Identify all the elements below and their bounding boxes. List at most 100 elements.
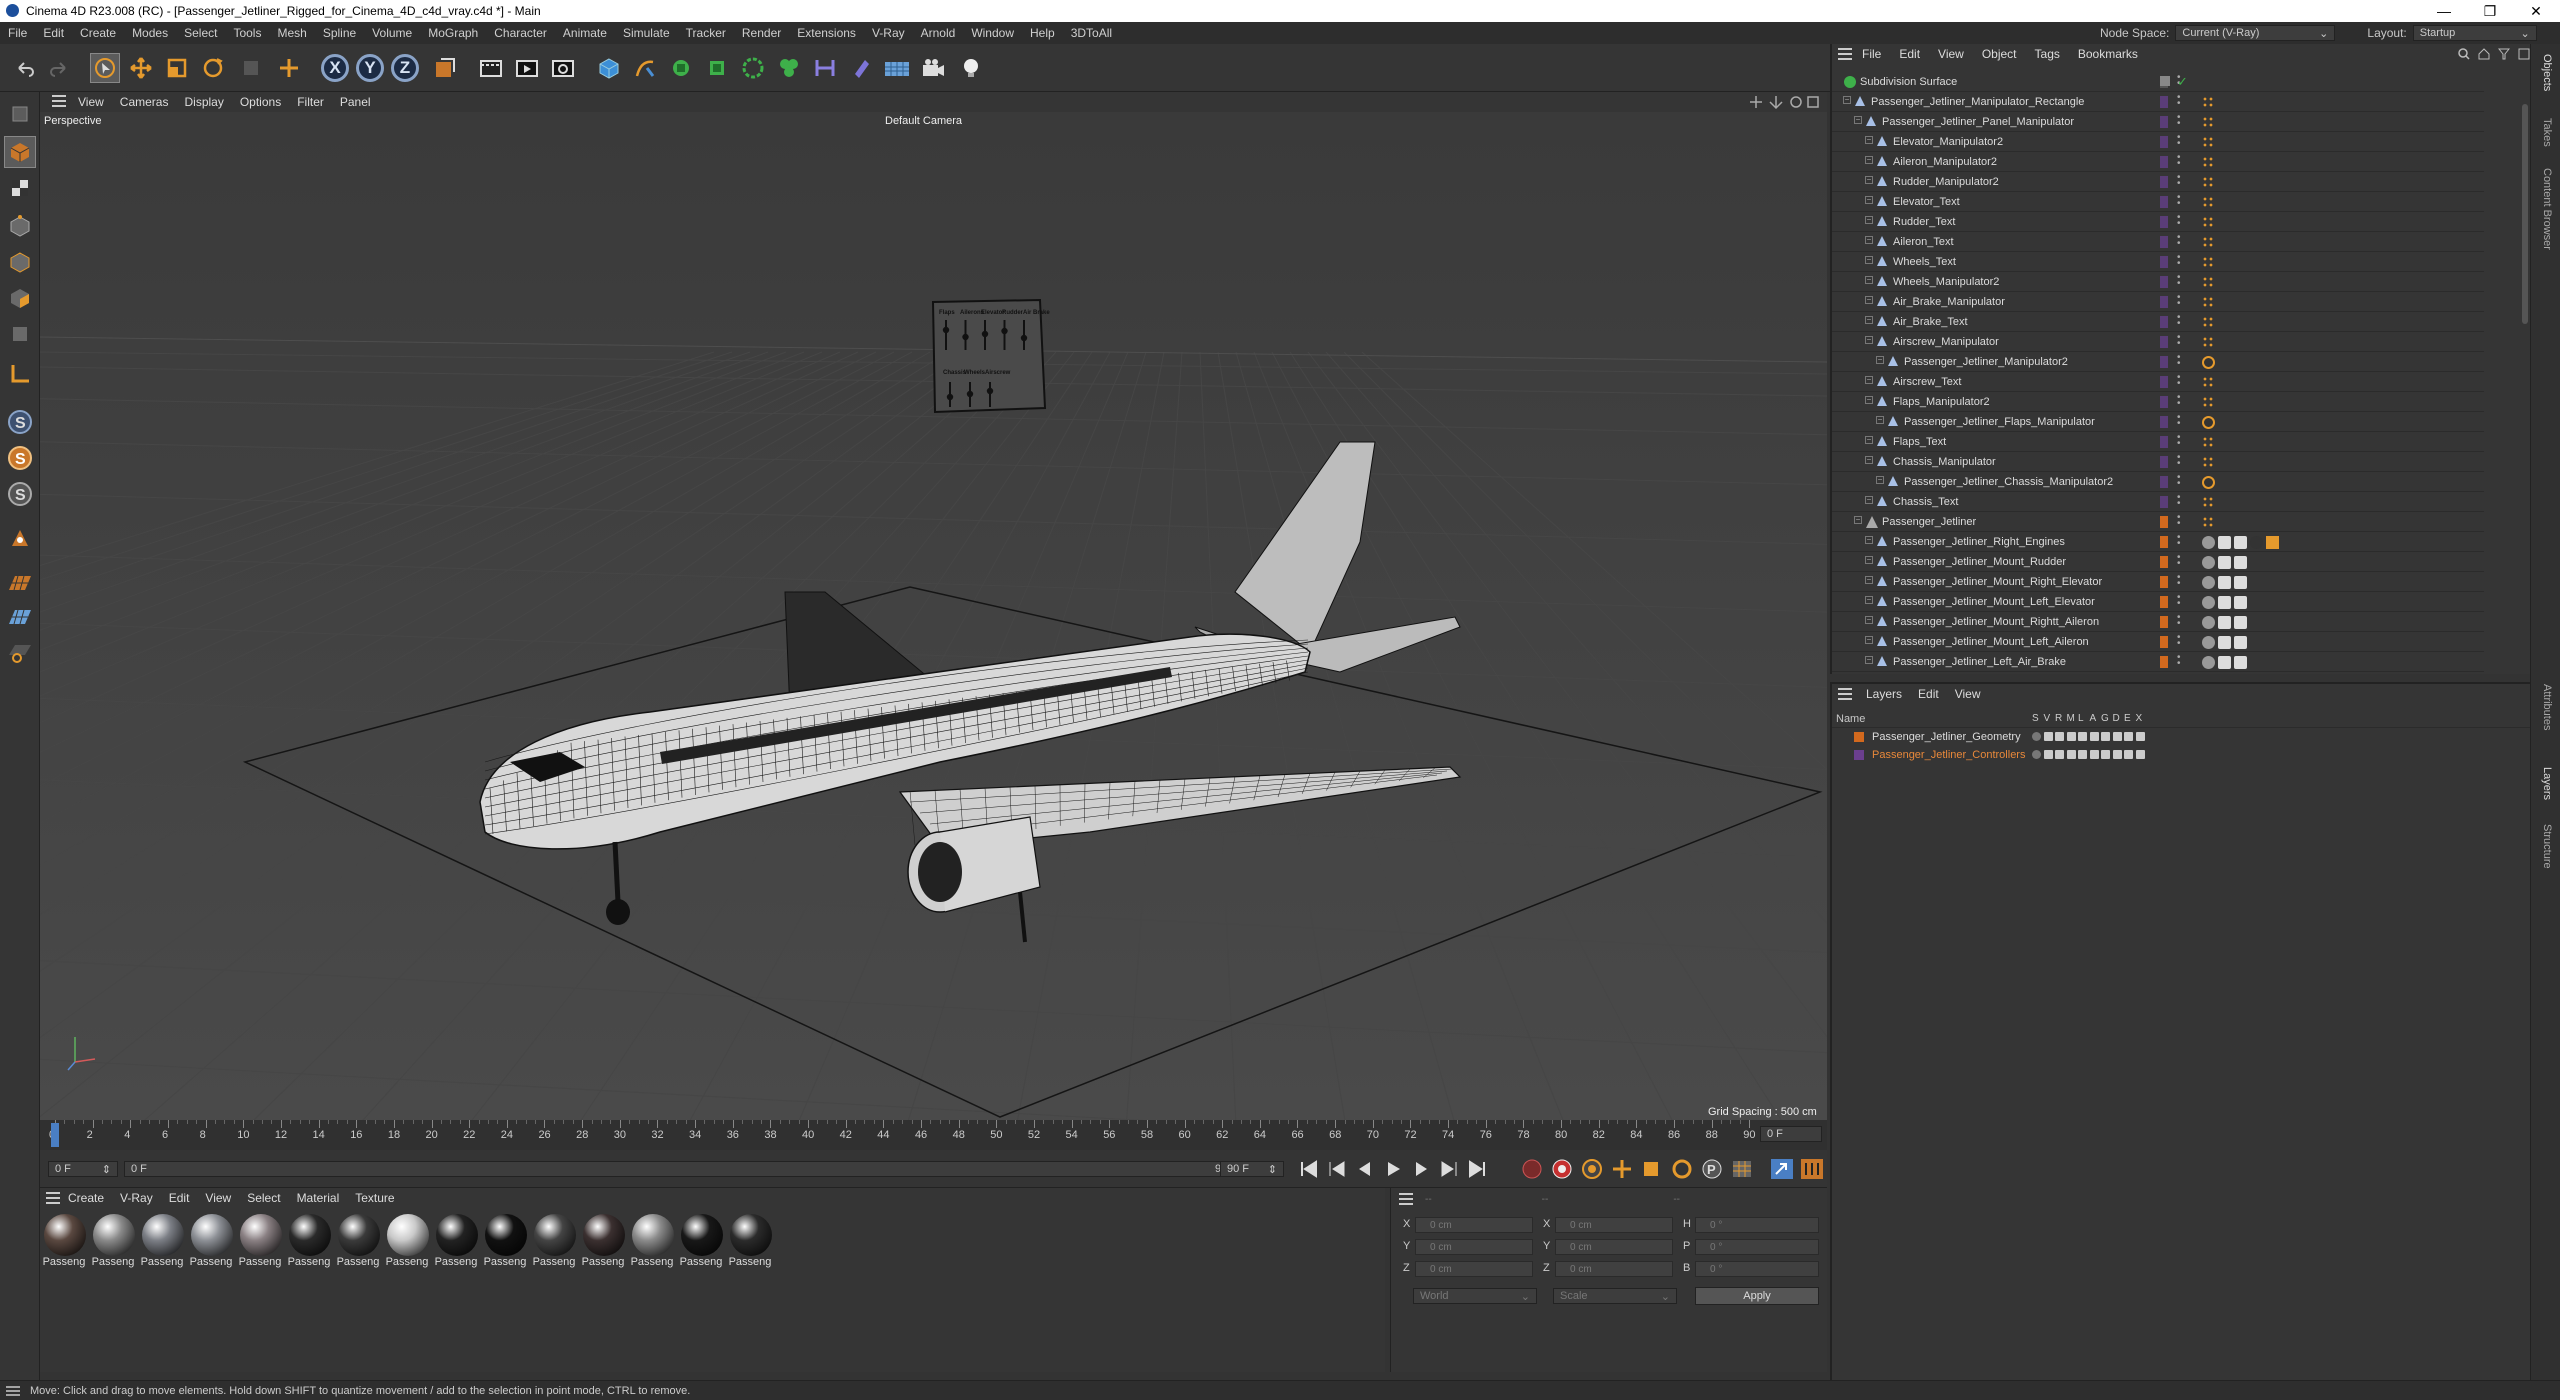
status-hamburger-icon[interactable] [6, 1386, 20, 1399]
render-settings-icon[interactable] [548, 53, 578, 83]
snap-icon[interactable]: S [4, 406, 36, 438]
object-menu-tags[interactable]: Tags [2035, 47, 2060, 61]
menu-mesh[interactable]: Mesh [277, 26, 306, 40]
material-swatch[interactable]: Passeng [336, 1214, 382, 1268]
object-row[interactable]: − Air_Brake_Manipulator • • [1832, 292, 2484, 312]
visibility-dots-icon[interactable]: • • [2177, 113, 2181, 129]
menu-extensions[interactable]: Extensions [797, 26, 856, 40]
expand-toggle-icon[interactable]: − [1865, 376, 1873, 384]
layer-flag-toggle[interactable] [2043, 750, 2053, 759]
camera-icon[interactable] [918, 53, 948, 83]
move-tool-icon[interactable] [126, 53, 156, 83]
constraint-tag-icon[interactable] [2202, 416, 2215, 429]
object-row[interactable]: − Passenger_Jetliner_Manipulator2 • • [1832, 352, 2484, 372]
playhead[interactable] [51, 1123, 59, 1147]
hud-slider-knob[interactable] [986, 387, 994, 395]
texture-tag-icon[interactable] [2234, 596, 2247, 609]
timeline-window-icon[interactable] [1800, 1158, 1824, 1180]
layer-color-icon[interactable] [1854, 750, 1864, 760]
expand-toggle-icon[interactable]: − [1865, 616, 1873, 624]
hud-slider-knob[interactable] [981, 330, 989, 338]
manipulator-tag-icon[interactable] [2202, 496, 2215, 509]
field-icon[interactable] [810, 53, 840, 83]
object-menu-edit[interactable]: Edit [1899, 47, 1920, 61]
texture-tag-icon[interactable] [2234, 616, 2247, 629]
material-swatch[interactable]: Passeng [532, 1214, 578, 1268]
expand-toggle-icon[interactable]: − [1876, 356, 1884, 364]
object-row[interactable]: − Passenger_Jetliner_Mount_Left_Aileron • • [1832, 632, 2484, 652]
material-swatch[interactable]: Passeng [238, 1214, 284, 1268]
visibility-dots-icon[interactable]: • • [2177, 153, 2181, 169]
go-to-start-icon[interactable] [1298, 1159, 1320, 1179]
expand-toggle-icon[interactable]: − [1865, 256, 1873, 264]
expand-toggle-icon[interactable]: − [1865, 276, 1873, 284]
manipulator-tag-icon[interactable] [2202, 396, 2215, 409]
material-swatch[interactable]: Passeng [42, 1214, 88, 1268]
object-row[interactable]: − Chassis_Manipulator • • [1832, 452, 2484, 472]
layer-flag-toggle[interactable] [2124, 750, 2133, 759]
layer-flag-toggle[interactable] [2135, 732, 2145, 741]
pla-key-icon[interactable] [1730, 1158, 1754, 1180]
hamburger-icon[interactable] [52, 94, 66, 110]
visibility-dots-icon[interactable]: • • [2177, 353, 2181, 369]
side-tab-content-browser[interactable]: Content Browser [2541, 168, 2553, 250]
coordinates-hamburger-icon[interactable] [1399, 1193, 1413, 1205]
texture-tag-icon[interactable] [2218, 576, 2231, 589]
visibility-dots-icon[interactable]: • • [2177, 413, 2181, 429]
layer-flag-toggle[interactable] [2066, 750, 2076, 759]
manipulator-tag-icon[interactable] [2202, 116, 2215, 129]
recent-tool-icon[interactable] [236, 53, 266, 83]
layer-color-swatch[interactable] [2160, 96, 2168, 108]
expand-toggle-icon[interactable]: − [1865, 316, 1873, 324]
home-icon[interactable] [2478, 48, 2490, 60]
material-menu-v-ray[interactable]: V-Ray [120, 1191, 153, 1205]
visibility-dots-icon[interactable]: • • [2177, 293, 2181, 309]
object-scrollbar[interactable] [2522, 104, 2528, 324]
texture-tag-icon[interactable] [2234, 656, 2247, 669]
expand-toggle-icon[interactable]: − [1865, 596, 1873, 604]
object-row[interactable]: − Passenger_Jetliner_Left_Air_Brake • • [1832, 652, 2484, 672]
visibility-dots-icon[interactable]: • • [2177, 633, 2181, 649]
menu-file[interactable]: File [8, 26, 27, 40]
object-row[interactable]: − Passenger_Jetliner_Mount_Right_Elevator… [1832, 572, 2484, 592]
maximize-button[interactable]: ❐ [2467, 0, 2513, 22]
prev-key-icon[interactable] [1326, 1159, 1348, 1179]
3d-viewport[interactable]: Flaps Ailerons Elevator Rudder Air Brake Chas… [40, 112, 1827, 1120]
visibility-dots-icon[interactable]: • • [2177, 93, 2181, 109]
layer-flag-toggle[interactable] [2078, 750, 2087, 759]
visibility-dots-icon[interactable]: • • [2177, 433, 2181, 449]
layer-color-swatch[interactable] [2160, 436, 2168, 448]
coordinate-system-icon[interactable] [430, 53, 460, 83]
expand-toggle-icon[interactable]: − [1876, 416, 1884, 424]
layer-color-swatch[interactable] [2160, 376, 2168, 388]
object-row[interactable]: − Chassis_Text • • [1832, 492, 2484, 512]
menu-arnold[interactable]: Arnold [921, 26, 956, 40]
rotate-tool-icon[interactable] [198, 53, 228, 83]
layer-color-swatch[interactable] [2160, 536, 2168, 548]
visibility-dots-icon[interactable]: • • [2177, 533, 2181, 549]
visibility-dots-icon[interactable]: • • [2177, 273, 2181, 289]
select-tool-icon[interactable] [90, 53, 120, 83]
layer-menu-edit[interactable]: Edit [1918, 687, 1939, 701]
layer-flag-toggle[interactable] [2055, 750, 2064, 759]
manipulator-tag-icon[interactable] [2202, 296, 2215, 309]
scale-key-icon[interactable] [1640, 1158, 1664, 1180]
layer-color-swatch[interactable] [2160, 136, 2168, 148]
new-view-icon[interactable] [2518, 48, 2530, 60]
extra-tag-icon[interactable] [2250, 536, 2263, 549]
object-row[interactable]: − Elevator_Text • • [1832, 192, 2484, 212]
menu-tools[interactable]: Tools [233, 26, 261, 40]
manipulator-tag-icon[interactable] [2202, 256, 2215, 269]
layer-flag-toggle[interactable] [2055, 732, 2064, 741]
visibility-dots-icon[interactable]: • • [2177, 253, 2181, 269]
manipulator-tag-icon[interactable] [2202, 316, 2215, 329]
manipulator-tag-icon[interactable] [2202, 136, 2215, 149]
texture-mode-icon[interactable] [4, 172, 36, 204]
texture-tag-icon[interactable] [2218, 616, 2231, 629]
material-swatch[interactable]: Passeng [434, 1214, 480, 1268]
layer-menu-view[interactable]: View [1955, 687, 1981, 701]
object-row[interactable]: − Passenger_Jetliner_Panel_Manipulator • • [1832, 112, 2484, 132]
object-row[interactable]: − Flaps_Manipulator2 • • [1832, 392, 2484, 412]
expand-toggle-icon[interactable]: − [1865, 656, 1873, 664]
expand-toggle-icon[interactable]: − [1843, 96, 1851, 104]
